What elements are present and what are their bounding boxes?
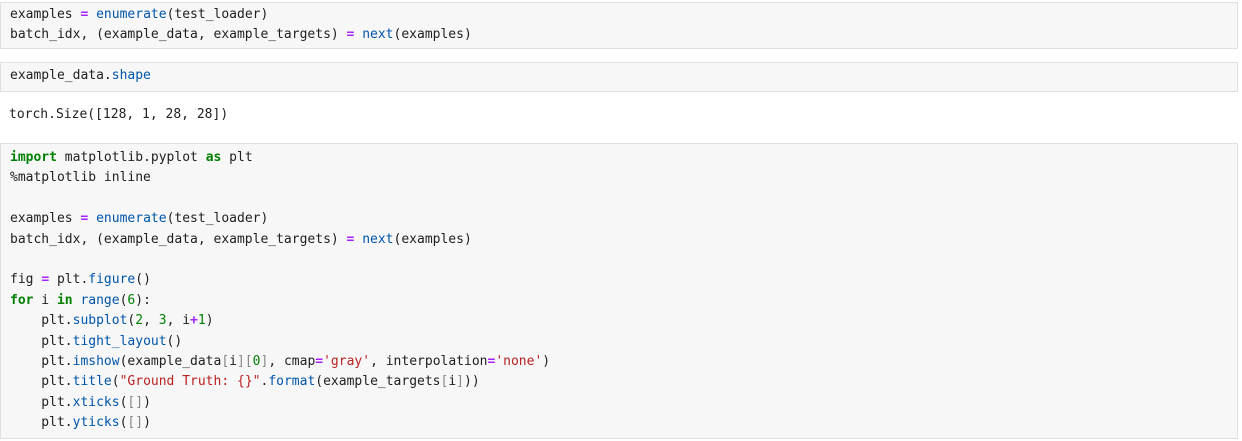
code-token: (example_targets [315, 374, 441, 390]
code-token: plt. [10, 415, 73, 431]
code-token: xticks [72, 394, 120, 410]
code-token: 'gray' [323, 353, 371, 369]
code-token: batch_idx, (example_data, example_target… [10, 231, 347, 247]
code-token: imshow [72, 353, 120, 369]
code-token: (example_data [119, 353, 222, 369]
code-line: %matplotlib inline [10, 168, 1237, 188]
code-token: shape [111, 68, 151, 83]
code-token: matplotlib.pyplot [56, 150, 206, 165]
code-token: , interpolation [370, 353, 488, 369]
code-token: , [143, 313, 159, 329]
code-cell-1[interactable]: examples = enumerate(test_loader) batch_i… [0, 2, 1238, 49]
code-token: ) [143, 415, 151, 431]
code-token: plt. [10, 353, 73, 369]
code-token: (examples) [393, 27, 472, 43]
code-token: plt. [10, 374, 73, 390]
code-token: 3 [158, 313, 167, 329]
code-token: [] [127, 415, 144, 431]
code-cell-1-source: examples = enumerate(test_loader) batch_i… [10, 5, 1237, 46]
code-token: batch_idx, (example_data, example_target… [10, 27, 347, 43]
code-token: + [190, 313, 198, 329]
code-token: , cmap [268, 353, 316, 369]
code-token: plt [221, 150, 253, 165]
code-token: 1 [197, 313, 206, 329]
code-line: plt.tight_layout() [10, 332, 1237, 352]
code-token: (test_loader) [166, 7, 269, 22]
code-token: ) [143, 394, 151, 410]
code-token: = [315, 353, 324, 369]
code-token: () [166, 333, 183, 349]
code-token: ][ [237, 353, 253, 369]
code-line: example_data.shape [10, 66, 1237, 86]
code-token: () [135, 272, 151, 288]
code-token: "Ground Truth: {}" [119, 374, 261, 390]
code-line: plt.imshow(example_data[i][0], cmap='gra… [10, 352, 1237, 372]
code-cell-2-source: example_data.shape [10, 66, 1237, 86]
cell-2-output: torch.Size([128, 1, 28, 28]) [0, 105, 1238, 129]
code-token: plt. [10, 313, 73, 329]
code-token: figure [88, 272, 136, 288]
code-token: subplot [72, 313, 128, 329]
code-token: yticks [72, 415, 120, 431]
code-line: import matplotlib.pyplot as plt [10, 148, 1237, 168]
code-token: ): [135, 292, 151, 308]
code-token: [] [127, 394, 144, 410]
code-token: next [362, 27, 394, 43]
code-line: examples = enumerate(test_loader) [10, 5, 1237, 25]
code-token: ) [542, 353, 551, 369]
code-token: , i [166, 313, 191, 329]
code-token: [ [221, 353, 230, 369]
code-token: (examples) [393, 231, 472, 247]
code-cell-3[interactable]: import matplotlib.pyplot as plt %matplotl… [0, 143, 1238, 439]
code-token: i [448, 374, 457, 390]
code-token: i [33, 292, 57, 308]
code-line: batch_idx, (example_data, example_target… [10, 230, 1237, 250]
code-token: ] [456, 374, 464, 390]
code-token: i [229, 353, 237, 369]
code-token: enumerate [96, 7, 167, 22]
code-line: plt.subplot(2, 3, i+1) [10, 311, 1237, 331]
code-line: batch_idx, (example_data, example_target… [10, 25, 1237, 45]
code-token: as [205, 150, 222, 165]
code-token: for [10, 292, 34, 308]
code-token: = [41, 272, 50, 288]
code-token: 2 [135, 313, 144, 329]
code-token: example_data. [10, 68, 112, 83]
code-line: plt.yticks([]) [10, 413, 1237, 433]
code-line: fig = plt.figure() [10, 270, 1237, 290]
code-token: 'none' [495, 353, 543, 369]
code-token: in [56, 292, 73, 308]
code-token: ) [205, 313, 214, 329]
code-token: enumerate [96, 211, 167, 227]
code-line: plt.xticks([]) [10, 393, 1237, 413]
code-token: tight_layout [72, 333, 167, 349]
code-line: examples = enumerate(test_loader) [10, 209, 1237, 229]
code-token: next [362, 231, 394, 247]
code-token: plt. [10, 333, 73, 349]
code-token: title [72, 374, 112, 390]
code-token: (test_loader) [166, 211, 269, 227]
code-line: plt.title("Ground Truth: {}".format(exam… [10, 372, 1237, 392]
code-cell-2[interactable]: example_data.shape [0, 62, 1238, 92]
code-token: %matplotlib inline [10, 170, 151, 186]
code-token: examples [10, 7, 81, 22]
code-token: plt. [10, 394, 73, 410]
code-cell-3-source: import matplotlib.pyplot as plt %matplotl… [10, 148, 1237, 433]
code-token: )) [464, 374, 480, 390]
code-token: ( [111, 374, 120, 390]
code-token: plt. [49, 272, 89, 288]
code-line: for i in range(6): [10, 291, 1237, 311]
code-token: fig [10, 272, 42, 288]
code-token: format [268, 374, 316, 390]
code-token: import [10, 150, 57, 165]
code-token: examples [10, 211, 81, 227]
output-text: torch.Size([128, 1, 28, 28]) [9, 107, 229, 122]
code-token: range [80, 292, 120, 308]
